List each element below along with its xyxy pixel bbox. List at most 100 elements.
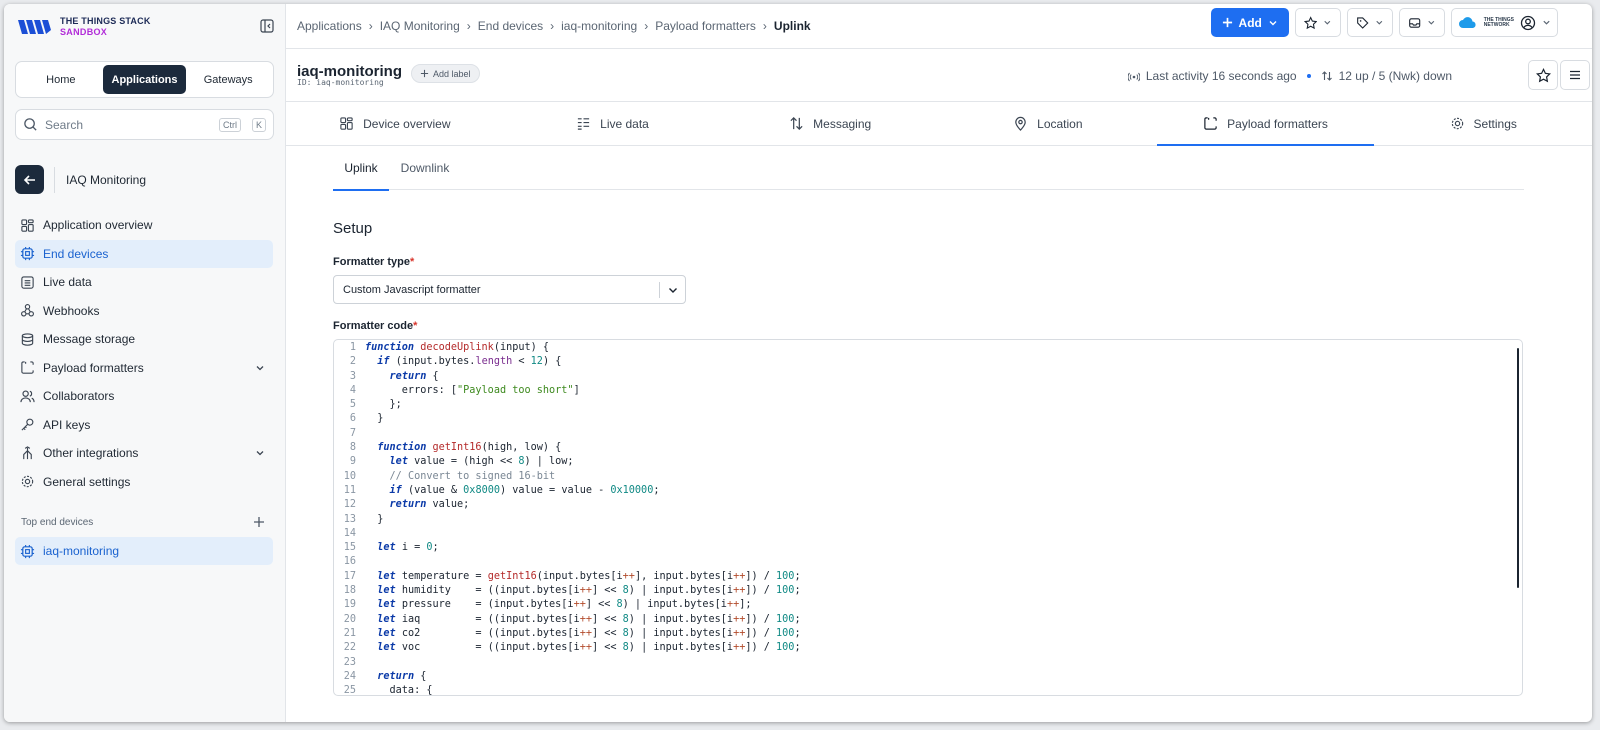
sidebar-item-label: Message storage xyxy=(43,332,136,347)
line-number: 5 xyxy=(349,399,356,411)
line-number: 11 xyxy=(343,484,356,496)
code-text: let i = 0; xyxy=(377,542,439,554)
bookmarks-button[interactable] xyxy=(1294,8,1341,37)
code-text: return value; xyxy=(389,499,470,511)
code-line: 18 let humidity = ((input.bytes[i++] << … xyxy=(334,584,801,598)
add-label-text: Add label xyxy=(433,68,471,79)
breadcrumb-applications[interactable]: Applications xyxy=(297,19,362,33)
sidebar-item-end-devices[interactable]: End devices xyxy=(15,239,273,268)
tab-location[interactable]: Location xyxy=(939,102,1157,145)
sidebar-item-webhooks[interactable]: Webhooks xyxy=(15,297,273,326)
formatter-type-label: Formatter type* xyxy=(333,256,414,268)
line-number: 24 xyxy=(343,670,356,682)
formatter-type-select[interactable]: Custom Javascript formatter xyxy=(333,275,686,304)
tab-device-overview[interactable]: Device overview xyxy=(286,102,504,145)
account-menu-button[interactable]: THE THINGS NETWORK xyxy=(1450,8,1558,37)
sidebar-item-live-data[interactable]: Live data xyxy=(15,268,273,297)
sidebar-item-collaborators[interactable]: Collaborators xyxy=(15,382,273,411)
signal-icon xyxy=(1127,72,1140,82)
code-text: return { xyxy=(377,670,427,682)
code-line: 25 data: { xyxy=(334,684,801,696)
line-number: 19 xyxy=(343,599,356,611)
code-line: 15 let i = 0; xyxy=(334,541,801,555)
sidebar-item-label: Webhooks xyxy=(43,303,100,318)
code-text: } xyxy=(365,513,384,525)
search-placeholder: Search xyxy=(45,117,84,132)
line-number: 23 xyxy=(343,656,356,668)
code-line: 14 xyxy=(334,527,801,541)
device-header: iaq-monitoring ID: iaq-monitoring Add la… xyxy=(286,49,1592,102)
breadcrumb-device[interactable]: iaq-monitoring xyxy=(561,19,637,33)
add-button[interactable]: Add xyxy=(1210,8,1289,37)
code-editor[interactable]: 1 function decodeUplink(input) {2 if (inp… xyxy=(333,339,1523,696)
line-number: 1 xyxy=(349,342,356,353)
code-icon xyxy=(21,361,34,374)
status-dot xyxy=(1306,74,1311,78)
nav-applications[interactable]: Applications xyxy=(102,65,187,94)
tag-icon xyxy=(1356,16,1369,29)
menu-button[interactable] xyxy=(1560,60,1590,90)
add-label-button[interactable]: Add label xyxy=(411,64,480,83)
chevron-down-icon xyxy=(1269,20,1277,25)
tab-settings[interactable]: Settings xyxy=(1374,102,1592,145)
breadcrumb-payload-formatters[interactable]: Payload formatters xyxy=(655,19,756,33)
setup-heading: Setup xyxy=(333,220,373,237)
chevron-down-icon xyxy=(1543,20,1550,25)
nav-gateways[interactable]: Gateways xyxy=(186,65,270,94)
subtab-uplink[interactable]: Uplink xyxy=(333,146,389,191)
code-text: data: { xyxy=(365,685,433,696)
code-line: 24 return { xyxy=(334,670,801,684)
code-text: }; xyxy=(365,399,402,411)
device-id: ID: iaq-monitoring xyxy=(297,78,384,87)
tab-label: Live data xyxy=(600,116,649,131)
line-number: 8 xyxy=(349,442,356,454)
main-nav: Home Applications Gateways xyxy=(15,61,274,98)
sidebar-item-api-keys[interactable]: API keys xyxy=(15,411,273,440)
code-text: return { xyxy=(389,370,439,382)
back-button[interactable] xyxy=(15,165,44,194)
sidebar-item-message-storage[interactable]: Message storage xyxy=(15,325,273,354)
search-input[interactable]: Search Ctrl K xyxy=(15,109,274,140)
chevron-down-icon[interactable] xyxy=(255,363,265,373)
database-icon xyxy=(21,333,34,346)
sidebar-item-general-settings[interactable]: General settings xyxy=(15,468,273,497)
tab-label: Messaging xyxy=(813,116,872,131)
tab-label: Device overview xyxy=(363,116,451,131)
line-number: 3 xyxy=(349,370,356,382)
add-button-label: Add xyxy=(1238,15,1262,30)
app-window: THE THINGS STACK SANDBOX Home Applicatio… xyxy=(4,4,1592,722)
sidebar-item-label: Collaborators xyxy=(43,389,115,404)
breadcrumb-application[interactable]: IAQ Monitoring xyxy=(380,19,460,33)
subtab-downlink[interactable]: Downlink xyxy=(389,146,461,190)
key-icon xyxy=(21,418,34,431)
editor-scrollbar[interactable] xyxy=(1517,348,1519,588)
tab-live-data[interactable]: Live data xyxy=(504,102,722,145)
nav-home[interactable]: Home xyxy=(19,65,103,94)
labels-button[interactable] xyxy=(1346,8,1393,37)
inbox-icon xyxy=(1408,17,1420,28)
inbox-button[interactable] xyxy=(1398,8,1445,37)
star-button[interactable] xyxy=(1528,60,1558,90)
tab-payload-formatters[interactable]: Payload formatters xyxy=(1156,102,1375,146)
code-text: // Convert to signed 16-bit xyxy=(389,470,556,482)
sidebar-item-label: General settings xyxy=(43,474,131,489)
top-device-item[interactable]: iaq-monitoring xyxy=(15,537,273,565)
code-line: 5 }; xyxy=(334,398,801,412)
breadcrumb-end-devices[interactable]: End devices xyxy=(478,19,543,33)
sidebar-menu: Application overview End devices Live da… xyxy=(15,211,273,496)
tab-messaging[interactable]: Messaging xyxy=(721,102,939,145)
sidebar-item-application-overview[interactable]: Application overview xyxy=(15,211,273,240)
plus-icon[interactable] xyxy=(252,515,266,529)
breadcrumb-separator: › xyxy=(550,19,555,33)
collapse-sidebar-icon[interactable] xyxy=(259,18,275,34)
sidebar-item-payload-formatters[interactable]: Payload formatters xyxy=(15,354,273,383)
breadcrumb-separator: › xyxy=(466,19,471,33)
chevron-down-icon[interactable] xyxy=(255,448,265,458)
logo[interactable]: THE THINGS STACK SANDBOX xyxy=(16,16,151,38)
sidebar-item-other-integrations[interactable]: Other integrations xyxy=(15,439,273,468)
list-icon xyxy=(578,118,590,130)
top-bar: Applications › IAQ Monitoring › End devi… xyxy=(286,4,1592,49)
code-text: if (input.bytes.length < 12) { xyxy=(377,356,562,368)
grid-icon xyxy=(340,117,353,130)
code-line: 4 errors: ["Payload too short"] xyxy=(334,384,801,398)
